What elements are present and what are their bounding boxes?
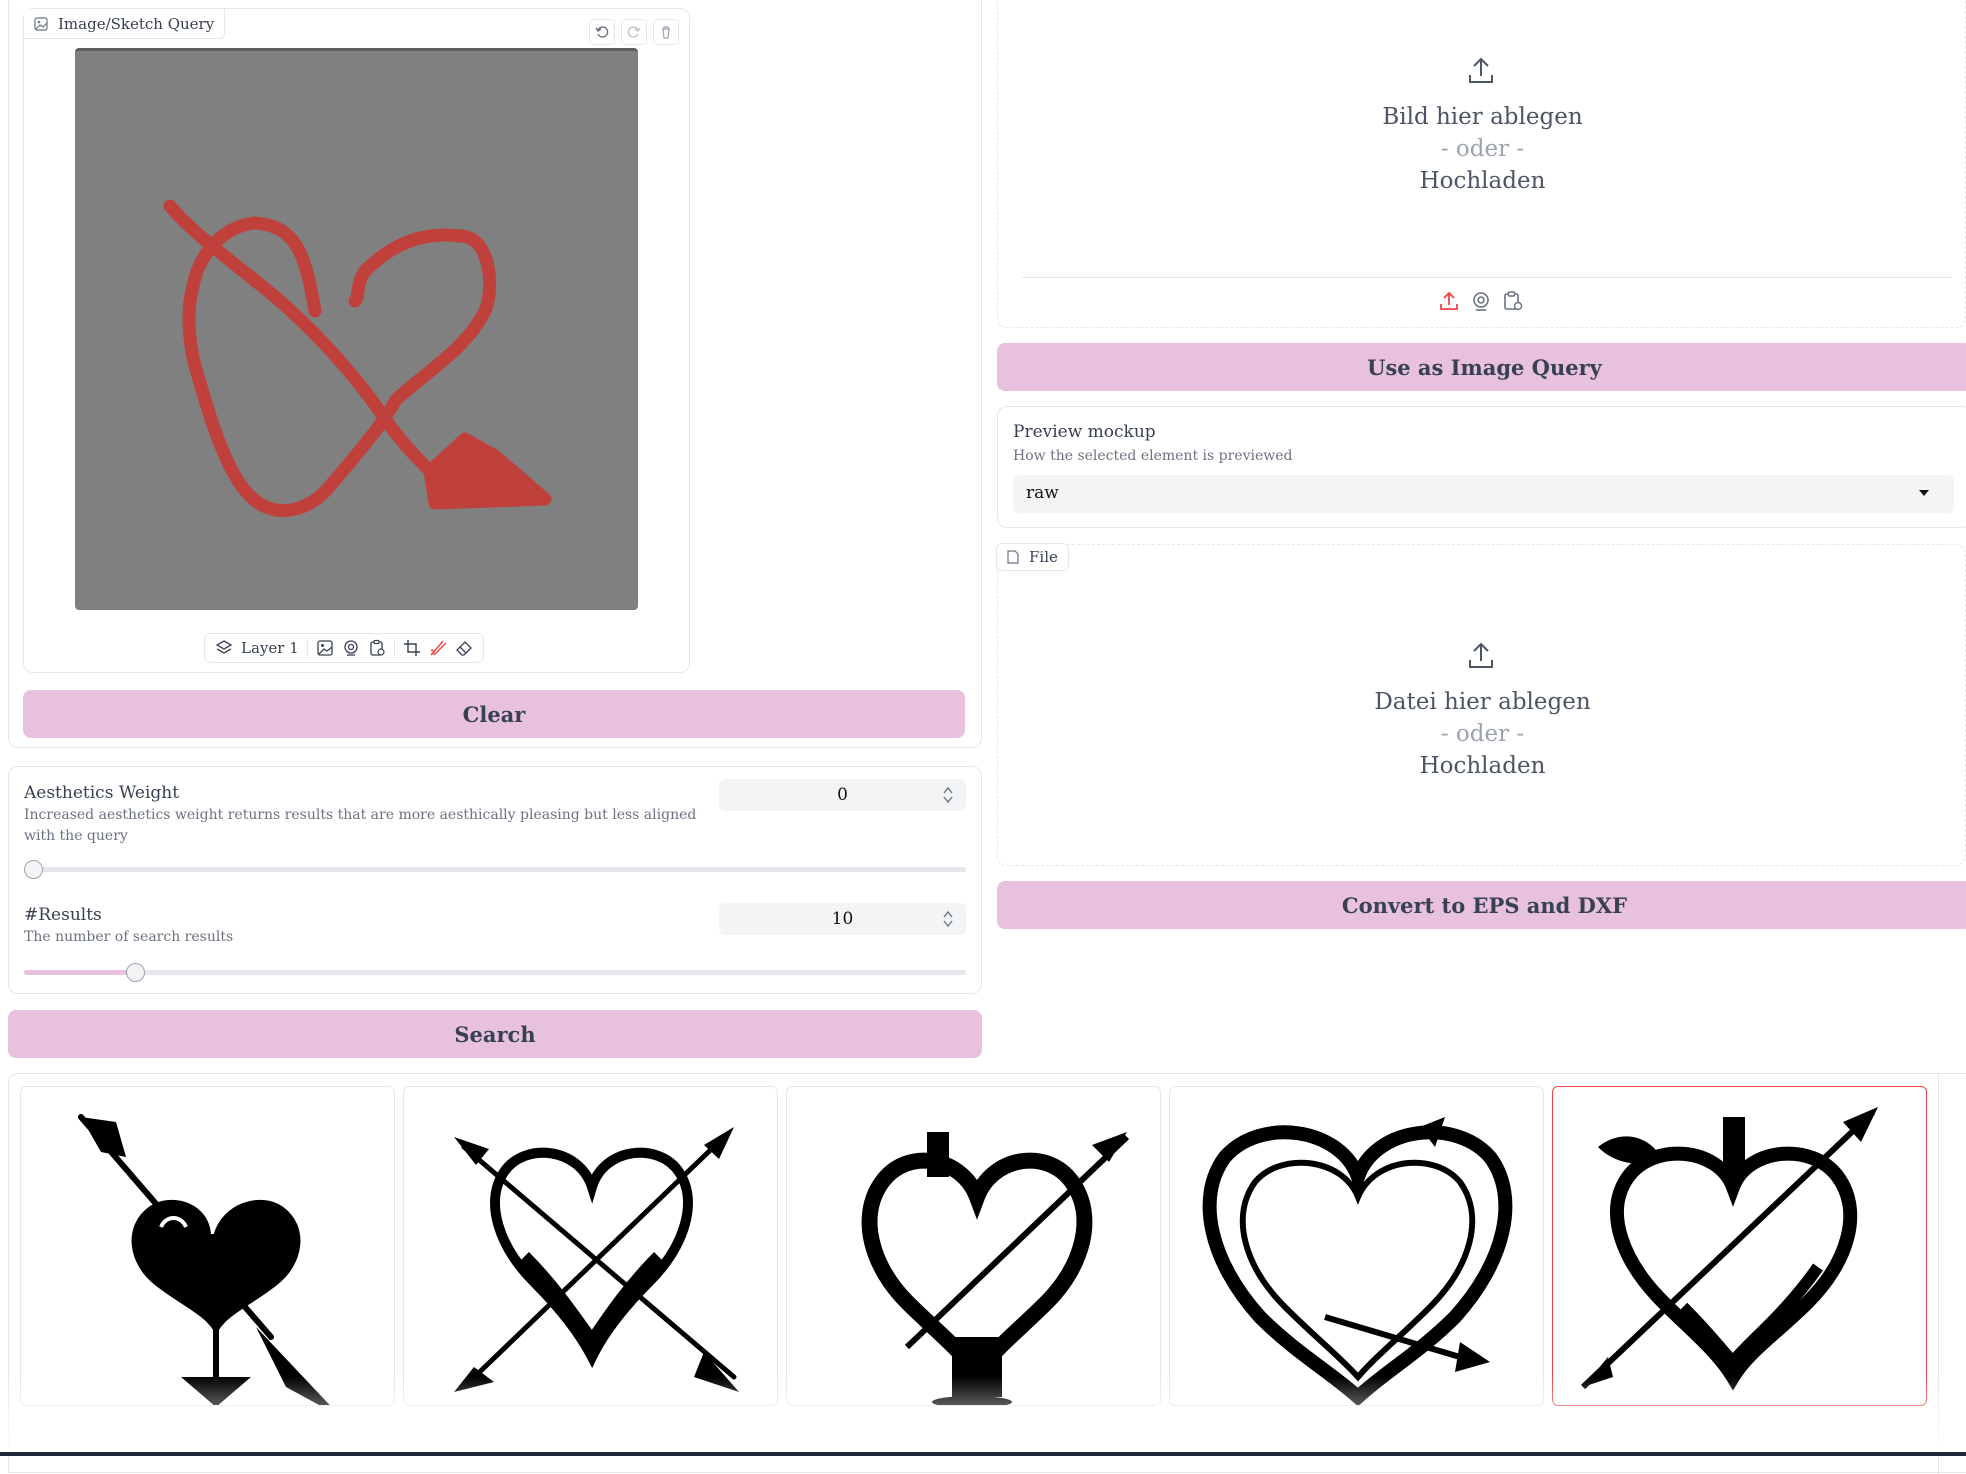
use-as-image-query-button[interactable]: Use as Image Query xyxy=(997,343,1966,391)
eraser-icon[interactable] xyxy=(455,639,473,657)
convert-eps-dxf-button[interactable]: Convert to EPS and DXF xyxy=(997,881,1966,929)
stepper-icon[interactable] xyxy=(942,909,954,929)
source-divider xyxy=(1022,277,1952,278)
gallery-item[interactable] xyxy=(786,1086,1161,1406)
drop-line-3: Hochladen xyxy=(1419,168,1546,194)
file-drop-text: Datei hier ablegen - oder - Hochladen xyxy=(998,686,1966,782)
file-icon xyxy=(1007,550,1019,564)
upload-icon xyxy=(1466,56,1496,86)
upload-icon xyxy=(1466,641,1496,671)
clear-button[interactable]: Clear xyxy=(23,690,965,738)
layer-toolbar: Layer 1 xyxy=(204,633,484,663)
aesthetics-label: Aesthetics Weight xyxy=(24,783,180,803)
bottom-fade xyxy=(0,1376,1966,1456)
drop-line-2: - oder - xyxy=(1440,136,1525,162)
results-value: 10 xyxy=(831,909,854,929)
clipboard-icon[interactable] xyxy=(368,639,386,657)
tab-file[interactable]: File xyxy=(996,543,1069,571)
source-selector xyxy=(1438,290,1524,312)
preview-mockup-panel: Preview mockup How the selected element … xyxy=(997,406,1966,528)
heart-arrow-thumbnail xyxy=(78,1114,330,1405)
results-number-input[interactable]: 10 xyxy=(719,903,966,935)
aesthetics-slider-handle[interactable] xyxy=(24,860,43,879)
heart-arrow-thumbnail xyxy=(454,1127,739,1392)
settings-panel: Aesthetics Weight Increased aesthetics w… xyxy=(8,766,982,994)
file-upload-dropzone[interactable]: File Datei hier ablegen - oder - Hochlad… xyxy=(996,543,1966,866)
layers-icon[interactable] xyxy=(215,639,233,657)
bottom-edge xyxy=(0,1452,1966,1456)
gallery-item[interactable] xyxy=(20,1086,395,1406)
redo-icon[interactable] xyxy=(621,19,647,45)
gallery-item[interactable] xyxy=(1169,1086,1544,1406)
image-upload-icon[interactable] xyxy=(316,639,334,657)
webcam-icon[interactable] xyxy=(342,639,360,657)
preview-info: How the selected element is previewed xyxy=(1013,448,1293,464)
crop-icon[interactable] xyxy=(403,639,421,657)
results-info: The number of search results xyxy=(24,929,234,945)
image-editor: Image/Sketch Query Layer 1 xyxy=(23,8,690,673)
results-slider-handle[interactable] xyxy=(126,963,145,982)
aesthetics-value: 0 xyxy=(837,785,848,805)
file-drop-line-2: - oder - xyxy=(1440,721,1525,747)
heart-arrow-thumbnail xyxy=(1202,1117,1513,1405)
preview-select-value: raw xyxy=(1026,483,1059,503)
brush-icon[interactable] xyxy=(429,639,447,657)
results-slider[interactable] xyxy=(24,970,966,975)
chevron-down-icon[interactable] xyxy=(1918,489,1930,497)
file-tab-label: File xyxy=(1029,548,1058,566)
undo-icon[interactable] xyxy=(589,19,615,45)
layer-label[interactable]: Layer 1 xyxy=(241,639,299,657)
aesthetics-number-input[interactable]: 0 xyxy=(719,779,966,811)
upload-source-icon[interactable] xyxy=(1438,290,1460,312)
gallery-item-selected[interactable] xyxy=(1552,1086,1927,1406)
file-drop-line-3: Hochladen xyxy=(1419,753,1546,779)
preview-label: Preview mockup xyxy=(1013,422,1156,442)
stepper-icon[interactable] xyxy=(942,785,954,805)
aesthetics-info: Increased aesthetics weight returns resu… xyxy=(24,807,697,844)
image-drop-text: Bild hier ablegen - oder - Hochladen xyxy=(998,101,1966,197)
tab-label: Image/Sketch Query xyxy=(58,14,215,33)
sketch-canvas[interactable] xyxy=(75,48,638,610)
tab-image-sketch-query[interactable]: Image/Sketch Query xyxy=(24,9,226,39)
image-upload-dropzone[interactable]: Bild hier ablegen - oder - Hochladen xyxy=(997,0,1966,328)
drop-line-1: Bild hier ablegen xyxy=(1382,104,1583,130)
clipboard-source-icon[interactable] xyxy=(1502,290,1524,312)
preview-select[interactable]: raw xyxy=(1013,475,1954,513)
results-slider-fill xyxy=(24,970,137,975)
editor-toolbar-top xyxy=(589,19,679,45)
results-label: #Results xyxy=(24,905,102,925)
file-drop-line-1: Datei hier ablegen xyxy=(1374,689,1591,715)
sketch-drawing xyxy=(163,199,552,517)
heart-arrow-thumbnail xyxy=(861,1132,1130,1405)
trash-icon[interactable] xyxy=(653,19,679,45)
webcam-source-icon[interactable] xyxy=(1470,290,1492,312)
gallery-item[interactable] xyxy=(403,1086,778,1406)
aesthetics-slider[interactable] xyxy=(24,867,966,872)
image-icon xyxy=(34,16,48,31)
heart-arrow-thumbnail xyxy=(1580,1107,1878,1391)
search-button[interactable]: Search xyxy=(8,1010,982,1058)
